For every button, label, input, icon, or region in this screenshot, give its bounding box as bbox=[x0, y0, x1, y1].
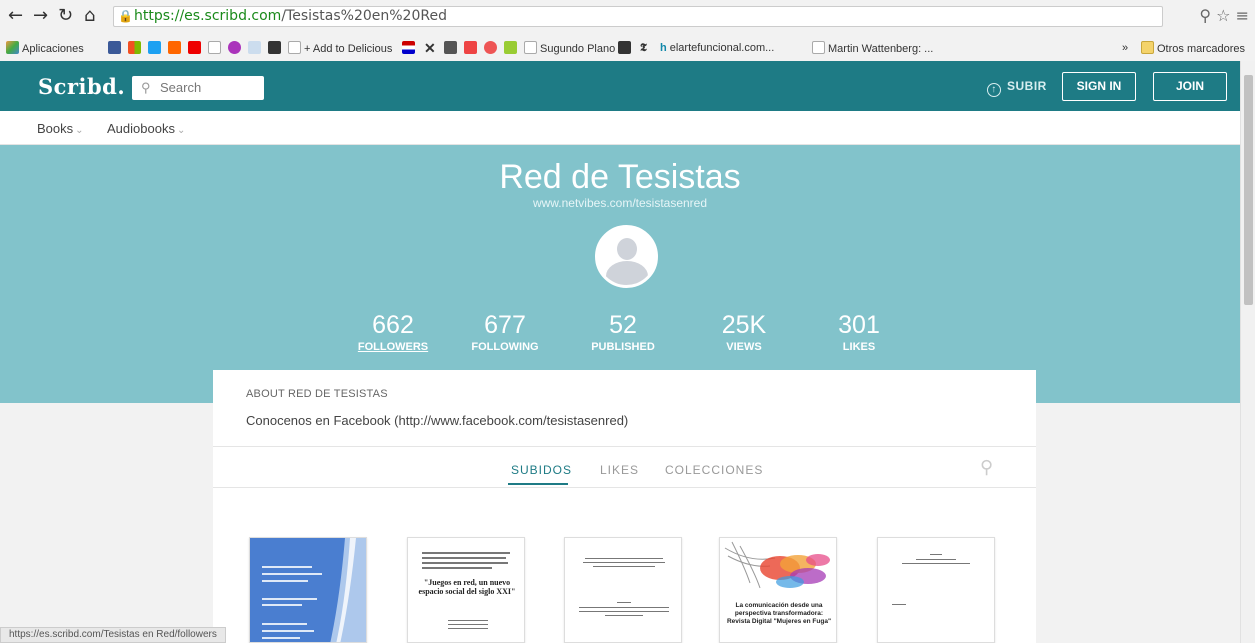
page-icon bbox=[524, 41, 537, 54]
avatar bbox=[595, 225, 658, 288]
stat-likes[interactable]: 301 LIKES bbox=[809, 310, 909, 353]
audiobooks-menu[interactable]: Audiobooks ⌄ bbox=[107, 121, 185, 136]
upload-button[interactable]: ↑ SUBIR bbox=[987, 79, 1047, 97]
bookmark-orange-icon[interactable] bbox=[168, 41, 184, 56]
search-input[interactable]: ⚲ Search bbox=[132, 76, 264, 100]
document-thumbnail[interactable]: "Juegos en red, un nuevo espacio social … bbox=[407, 537, 525, 643]
divider bbox=[213, 446, 1036, 447]
upload-icon: ↑ bbox=[987, 83, 1001, 97]
active-tab-indicator bbox=[508, 483, 568, 485]
stat-views: 25K VIEWS bbox=[721, 311, 767, 353]
page-icon[interactable] bbox=[208, 41, 224, 56]
about-text: Conocenos en Facebook (http://www.facebo… bbox=[246, 413, 629, 428]
bookmark-purple-icon[interactable] bbox=[228, 41, 244, 56]
bookmark-green-icon[interactable] bbox=[504, 41, 520, 56]
lock-icon: 🔒 bbox=[118, 9, 133, 23]
document-title: La comunicación desde una perspectiva tr… bbox=[726, 602, 832, 625]
url-host: https://es.scribd.com bbox=[134, 8, 282, 24]
search-icon: ⚲ bbox=[141, 80, 151, 95]
windows-icon[interactable] bbox=[128, 41, 144, 56]
chevron-down-icon: ⌄ bbox=[176, 125, 186, 136]
avatar-head bbox=[617, 238, 637, 260]
scribd-logo[interactable]: Scribd. bbox=[38, 74, 125, 99]
bookmark-target-icon[interactable] bbox=[484, 41, 500, 56]
document-thumbnail[interactable] bbox=[249, 537, 367, 643]
bookmark-plano[interactable]: Sugundo Plano bbox=[524, 41, 615, 56]
scrollbar[interactable] bbox=[1240, 61, 1255, 643]
about-title: ABOUT RED DE TESISTAS bbox=[246, 388, 388, 400]
books-menu[interactable]: Books ⌄ bbox=[37, 121, 84, 136]
browser-actions: ⚲ ☆ ≡ bbox=[1199, 6, 1249, 25]
bookmark-nyt-icon[interactable]: 𝕿 bbox=[640, 41, 647, 55]
document-cover-art bbox=[724, 541, 830, 589]
document-thumbnail[interactable] bbox=[877, 537, 995, 643]
chevron-down-icon: ⌄ bbox=[75, 125, 84, 136]
apps-icon bbox=[6, 41, 19, 54]
url-path: /Tesistas%20en%20Red bbox=[281, 8, 447, 24]
document-cover-art bbox=[250, 538, 366, 642]
bookmark-pen-icon[interactable] bbox=[248, 41, 264, 56]
bookmark-r-icon[interactable] bbox=[464, 41, 480, 56]
zoom-icon[interactable]: ⚲ bbox=[1199, 6, 1211, 25]
scrollbar-thumb[interactable] bbox=[1244, 75, 1253, 305]
menu-icon[interactable]: ≡ bbox=[1236, 6, 1249, 25]
bookmark-x-icon[interactable]: ✕ bbox=[424, 41, 436, 57]
sign-in-button[interactable]: SIGN IN bbox=[1062, 72, 1136, 101]
tab-likes[interactable]: LIKES bbox=[600, 463, 639, 477]
browser-toolbar: ← → ↻ ⌂ 🔒 https://es.scribd.com/Tesistas… bbox=[0, 0, 1255, 34]
bookmarks-bar: Aplicaciones + Add to Delicious ✕ Sugund… bbox=[0, 36, 1255, 60]
bookmark-apps[interactable]: Aplicaciones bbox=[6, 41, 84, 56]
forward-icon[interactable]: → bbox=[33, 6, 48, 26]
document-title: "Juegos en red, un nuevo espacio social … bbox=[418, 578, 516, 596]
status-bar: https://es.scribd.com/Tesistas en Red/fo… bbox=[0, 627, 226, 643]
home-icon[interactable]: ⌂ bbox=[84, 6, 95, 26]
address-bar[interactable]: 🔒 https://es.scribd.com/Tesistas%20en%20… bbox=[113, 6, 1163, 27]
bookmark-print-icon[interactable] bbox=[268, 41, 284, 56]
profile-url[interactable]: www.netvibes.com/tesistasenred bbox=[0, 196, 1240, 210]
bookmark-c-icon[interactable] bbox=[444, 41, 460, 56]
stat-followers[interactable]: 662 FOLLOWERS bbox=[343, 310, 443, 353]
document-thumbnail[interactable]: La comunicación desde una perspectiva tr… bbox=[719, 537, 837, 643]
youtube-icon[interactable] bbox=[188, 41, 204, 56]
bookmark-bus-icon[interactable] bbox=[618, 41, 634, 56]
bookmark-martin[interactable]: Martin Wattenberg: ... bbox=[812, 41, 933, 56]
avatar-body bbox=[606, 261, 648, 285]
reload-icon[interactable]: ↻ bbox=[58, 6, 73, 26]
back-icon[interactable]: ← bbox=[8, 6, 23, 26]
stat-published[interactable]: 52 PUBLISHED bbox=[573, 310, 673, 353]
bookmarks-overflow[interactable]: » bbox=[1122, 41, 1128, 55]
divider bbox=[213, 487, 1036, 488]
page-icon bbox=[288, 41, 301, 54]
bookmark-delicious[interactable]: + Add to Delicious bbox=[288, 41, 392, 56]
bookmark-otros[interactable]: Otros marcadores bbox=[1141, 41, 1245, 56]
twitter-icon[interactable] bbox=[148, 41, 164, 56]
search-icon[interactable]: ⚲ bbox=[980, 457, 993, 478]
sub-navigation: Books ⌄ Audiobooks ⌄ bbox=[0, 111, 1240, 145]
page-icon bbox=[812, 41, 825, 54]
elarte-icon: h bbox=[660, 42, 667, 54]
facebook-icon[interactable] bbox=[108, 41, 124, 56]
stat-following[interactable]: 677 FOLLOWING bbox=[455, 310, 555, 353]
profile-name: Red de Tesistas bbox=[499, 158, 741, 196]
tab-subidos[interactable]: SUBIDOS bbox=[511, 463, 572, 477]
document-thumbnail[interactable] bbox=[564, 537, 682, 643]
star-icon[interactable]: ☆ bbox=[1216, 6, 1230, 25]
tab-colecciones[interactable]: COLECCIONES bbox=[665, 463, 763, 477]
join-button[interactable]: JOIN bbox=[1153, 72, 1227, 101]
site-header: Scribd. ⚲ Search ↑ SUBIR SIGN IN JOIN bbox=[0, 61, 1240, 111]
bookmark-elarte[interactable]: h elartefuncional.com... bbox=[660, 41, 774, 55]
bookmark-flag-icon[interactable] bbox=[402, 41, 418, 56]
folder-icon bbox=[1141, 41, 1154, 54]
